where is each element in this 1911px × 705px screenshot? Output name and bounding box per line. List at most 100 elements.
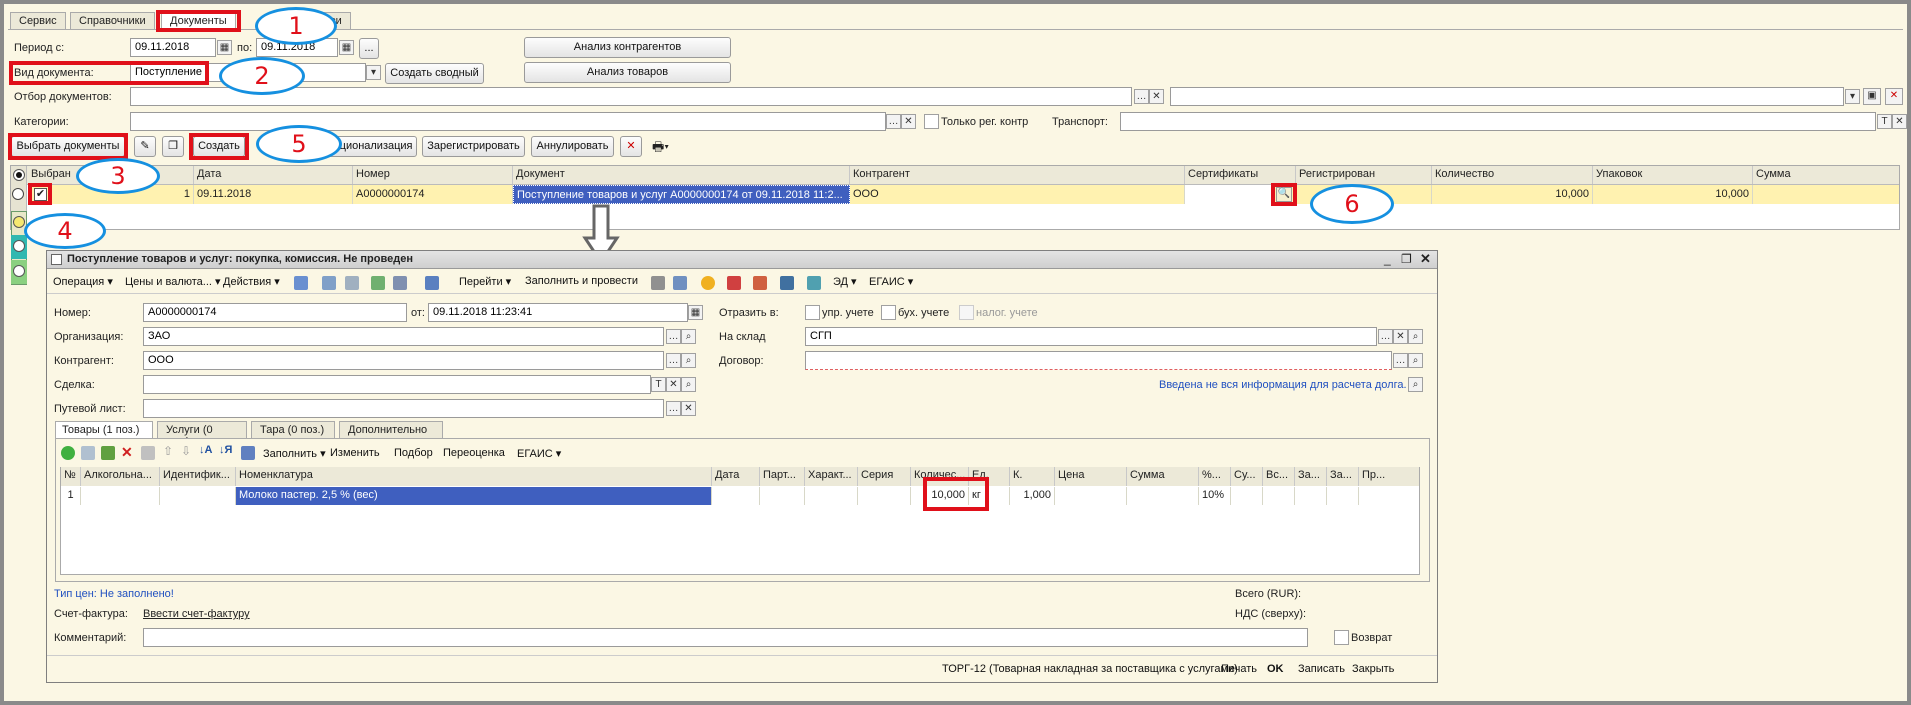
- change-button[interactable]: Изменить: [330, 447, 380, 459]
- col-document[interactable]: Документ: [513, 166, 850, 184]
- goods-col-date[interactable]: Дата: [712, 467, 760, 486]
- col-sum[interactable]: Сумма: [1753, 166, 1899, 184]
- text-icon[interactable]: T: [651, 377, 666, 392]
- goods-cell-coef[interactable]: 1,000: [1010, 487, 1055, 505]
- copy-icon[interactable]: ❐: [162, 136, 184, 157]
- return-checkbox[interactable]: [1334, 630, 1349, 645]
- period-from-input[interactable]: 09.11.2018: [130, 38, 216, 57]
- close-icon[interactable]: ✕: [1393, 329, 1408, 344]
- create-summary-button[interactable]: Создать сводный: [385, 63, 484, 84]
- menu-actions[interactable]: Действия ▾: [223, 275, 280, 288]
- close-icon[interactable]: ✕: [1885, 88, 1903, 105]
- radio-yellow[interactable]: [13, 216, 25, 228]
- goods-col-coef[interactable]: К.: [1010, 467, 1055, 486]
- goods-cell-other[interactable]: [1359, 487, 1419, 505]
- menu-ed[interactable]: ЭД ▾: [833, 275, 857, 288]
- deal-input[interactable]: [143, 375, 651, 394]
- cell-document[interactable]: Поступление товаров и услуг A0000000174 …: [513, 185, 850, 204]
- goods-cell-num[interactable]: 1: [61, 487, 81, 505]
- col-packages[interactable]: Упаковок: [1593, 166, 1753, 184]
- menu-goto[interactable]: Перейти ▾: [459, 275, 511, 288]
- fill-and-post-button[interactable]: Заполнить и провести: [525, 275, 638, 287]
- waybill-input[interactable]: [143, 399, 664, 418]
- chevron-down-icon[interactable]: ▾: [366, 65, 381, 80]
- close-icon[interactable]: ✕: [681, 401, 696, 416]
- goods-col-total[interactable]: Вс...: [1263, 467, 1295, 486]
- add-icon[interactable]: [61, 446, 75, 460]
- radio-row[interactable]: [12, 188, 24, 200]
- settings-list-icon[interactable]: [673, 276, 687, 290]
- menu-operation[interactable]: Операция ▾: [53, 275, 113, 288]
- goods-col-vat-rate[interactable]: %...: [1199, 467, 1231, 486]
- goods-col-nomenclature[interactable]: Номенклатура: [236, 467, 712, 486]
- contract-input[interactable]: [805, 351, 1392, 370]
- invoice-link[interactable]: Ввести счет-фактуру: [143, 608, 250, 620]
- goods-cell-sum[interactable]: [1127, 487, 1199, 505]
- goods-cell-price[interactable]: [1055, 487, 1127, 505]
- goods-cell-vat-rate[interactable]: 10%: [1199, 487, 1231, 505]
- goods-cell-vat-sum[interactable]: [1231, 487, 1263, 505]
- col-contractor[interactable]: Контрагент: [850, 166, 1185, 184]
- unpost-icon[interactable]: [322, 276, 336, 290]
- save-icon[interactable]: ▣: [1863, 88, 1881, 105]
- close-icon[interactable]: ✕: [1892, 114, 1907, 129]
- egais-menu[interactable]: ЕГАИС ▾: [517, 447, 561, 460]
- bookkeeping-checkbox[interactable]: [881, 305, 896, 320]
- select-icon[interactable]: …: [1134, 89, 1149, 104]
- goods-col-num[interactable]: №: [61, 467, 81, 486]
- move-up-icon[interactable]: ⇧: [163, 444, 173, 458]
- select-icon[interactable]: …: [666, 401, 681, 416]
- goods-cell-order2[interactable]: [1327, 487, 1359, 505]
- goods-col-id[interactable]: Идентифик...: [160, 467, 236, 486]
- dt-kt-alt-icon[interactable]: [753, 276, 767, 290]
- cell-quantity[interactable]: 10,000: [1432, 185, 1593, 204]
- pick-button[interactable]: Подбор: [394, 447, 433, 459]
- edit-doc-icon[interactable]: ✎: [134, 136, 156, 157]
- search-icon[interactable]: ⌕: [681, 329, 696, 344]
- tab-services[interactable]: Услуги (0 поз.): [157, 421, 247, 448]
- list-icon[interactable]: [651, 276, 665, 290]
- minimize-icon[interactable]: _: [1384, 252, 1391, 266]
- based-on-icon[interactable]: [371, 276, 385, 290]
- calendar-icon[interactable]: ▦: [688, 305, 703, 320]
- goods-col-characteristic[interactable]: Характ...: [805, 467, 858, 486]
- goods-cell-series[interactable]: [858, 487, 911, 505]
- print-button[interactable]: Печать: [1221, 663, 1257, 675]
- goto-arrow-icon[interactable]: [425, 276, 439, 290]
- end-edit-icon[interactable]: [141, 446, 155, 460]
- save-button[interactable]: Записать: [1298, 663, 1345, 675]
- annul-button[interactable]: Аннулировать: [531, 136, 614, 157]
- calendar-icon[interactable]: ▦: [217, 40, 232, 55]
- structure-icon[interactable]: [393, 276, 407, 290]
- goods-col-alcohol[interactable]: Алкогольна...: [81, 467, 160, 486]
- goods-col-other[interactable]: Пр...: [1359, 467, 1419, 486]
- price-type-link[interactable]: Тип цен: Не заполнено!: [54, 588, 174, 600]
- tab-service[interactable]: Сервис: [10, 12, 66, 30]
- col-certificates[interactable]: Сертификаты: [1185, 166, 1296, 184]
- restore-icon[interactable]: ❐: [1401, 252, 1412, 266]
- calendar-icon[interactable]: ▦: [339, 40, 354, 55]
- printer-icon[interactable]: 🖶▾: [652, 138, 669, 160]
- contractor-input[interactable]: ООО: [143, 351, 664, 370]
- tab-additional[interactable]: Дополнительно: [339, 421, 443, 438]
- tree-icon[interactable]: [780, 276, 794, 290]
- dt-kt-icon[interactable]: [727, 276, 741, 290]
- select-icon[interactable]: …: [666, 329, 681, 344]
- goods-col-vat-sum[interactable]: Су...: [1231, 467, 1263, 486]
- close-icon[interactable]: ✕: [901, 114, 916, 129]
- search-icon[interactable]: ⌕: [681, 377, 696, 392]
- col-registered[interactable]: Регистрирован: [1296, 166, 1432, 184]
- close-icon[interactable]: ✕: [1420, 251, 1431, 267]
- goods-cell-date[interactable]: [712, 487, 760, 505]
- radio-header[interactable]: [13, 169, 25, 181]
- close-icon[interactable]: ✕: [666, 377, 681, 392]
- search-icon[interactable]: ⌕: [1408, 377, 1423, 392]
- chevron-down-icon[interactable]: ▾: [1845, 89, 1860, 104]
- debt-info-link[interactable]: Введена не вся информация для расчета до…: [1159, 379, 1407, 391]
- tax-accounting-checkbox[interactable]: [959, 305, 974, 320]
- cell-certificates[interactable]: [1185, 185, 1273, 204]
- cell-date[interactable]: 09.11.2018: [194, 185, 353, 204]
- goods-cell-alcohol[interactable]: [81, 487, 160, 505]
- radio-green[interactable]: [13, 265, 25, 277]
- goods-cell-nomenclature[interactable]: Молоко пастер. 2,5 % (вес): [236, 487, 712, 505]
